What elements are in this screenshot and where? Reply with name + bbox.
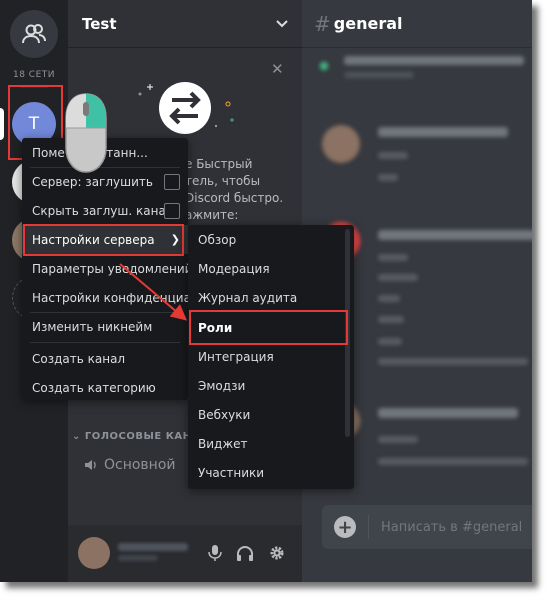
- people-icon: [22, 24, 46, 44]
- submenu-item-webhooks[interactable]: Вебхуки: [188, 400, 354, 429]
- menu-item-label: Параметры уведомлений: [32, 261, 188, 276]
- submenu-item-label: Эмодзи: [198, 378, 246, 393]
- menu-item-label: Скрыть заглуш. кана...: [32, 203, 164, 218]
- submenu-item-integrations[interactable]: Интеграция: [188, 342, 354, 371]
- server-context-menu: Поме прочитанн... Сервер: заглушить Скры…: [22, 138, 188, 400]
- submenu-item-label: Участники: [198, 465, 265, 480]
- menu-item-create-channel[interactable]: Создать канал: [22, 344, 188, 373]
- hash-icon: #: [314, 11, 331, 36]
- menu-item-label: Поме прочитанн...: [32, 145, 148, 160]
- invite-text-line: ажмите:: [185, 208, 239, 222]
- submenu-item-audit-log[interactable]: Журнал аудита: [188, 283, 354, 312]
- voice-channel-label: Основной: [104, 457, 176, 473]
- home-button[interactable]: [10, 10, 58, 58]
- menu-item-label: Создать категорию: [32, 380, 156, 395]
- message-composer: +: [322, 505, 532, 549]
- checkbox[interactable]: [164, 173, 180, 190]
- message-input[interactable]: [381, 519, 531, 535]
- microphone-icon[interactable]: [204, 542, 226, 564]
- highlight-box-server-settings: [23, 224, 184, 256]
- chevron-down-icon: ⌄: [72, 431, 85, 442]
- chevron-down-icon: [276, 17, 288, 31]
- invite-text-line: е Быстрый: [185, 157, 253, 171]
- submenu-item-label: Модерация: [198, 261, 270, 276]
- user-tag-blurred: [118, 555, 158, 561]
- invite-arrows-icon: [138, 82, 234, 134]
- online-count: 18 СЕТИ: [12, 70, 55, 80]
- submenu-item-emoji[interactable]: Эмодзи: [188, 371, 354, 400]
- server-name: Test: [82, 14, 117, 33]
- submenu-item-label: Обзор: [198, 232, 237, 247]
- submenu-item-label: Журнал аудита: [198, 290, 298, 305]
- voice-channel-main[interactable]: Основной: [84, 457, 176, 473]
- voice-category-label: ГОЛОСОВЫЕ КАНА: [84, 431, 200, 442]
- user-panel: [68, 525, 302, 582]
- highlight-box-roles: [189, 310, 348, 345]
- composer-divider: [368, 515, 369, 539]
- gear-icon[interactable]: [266, 542, 288, 564]
- server-header[interactable]: Test: [68, 0, 302, 48]
- menu-item-label: Настройки конфиденциа...: [32, 290, 188, 305]
- channel-header: # general: [302, 0, 532, 48]
- channel-name: general: [333, 14, 403, 33]
- menu-item-label: Создать канал: [32, 351, 126, 366]
- selected-indicator: [0, 108, 4, 140]
- menu-item-label: Сервер: заглушить: [32, 174, 153, 189]
- discord-window: 18 СЕТИ T Test ✕ е Быстрый тель, чтобы D…: [0, 0, 532, 582]
- submenu-item-label: Вебхуки: [198, 407, 251, 422]
- server-settings-submenu: Обзор Модерация Журнал аудита Роли Интег…: [188, 225, 354, 489]
- headphones-icon[interactable]: [234, 542, 256, 564]
- menu-item-privacy-settings[interactable]: Настройки конфиденциа...: [22, 283, 188, 312]
- submenu-item-members[interactable]: Участники: [188, 458, 354, 487]
- invite-text-line: тель, чтобы: [185, 174, 261, 188]
- invite-text: е Быстрый тель, чтобы Discord быстро. аж…: [185, 156, 302, 224]
- voice-category-header[interactable]: ⌄ ГОЛОСОВЫЕ КАНА: [72, 431, 200, 442]
- submenu-item-label: Интеграция: [198, 349, 274, 364]
- submenu-item-label: Виджет: [198, 436, 248, 451]
- menu-item-label: Изменить никнейм: [32, 319, 153, 334]
- checkbox[interactable]: [164, 202, 180, 219]
- menu-item-hide-muted[interactable]: Скрыть заглуш. кана...: [22, 196, 188, 225]
- menu-item-change-nickname[interactable]: Изменить никнейм: [22, 312, 188, 341]
- close-icon[interactable]: ✕: [271, 60, 284, 78]
- invite-text-line: Discord быстро.: [185, 191, 284, 205]
- avatar[interactable]: [78, 537, 110, 569]
- plus-icon[interactable]: +: [334, 516, 356, 538]
- user-name-blurred: [118, 543, 188, 551]
- submenu-item-widget[interactable]: Виджет: [188, 429, 354, 458]
- speaker-icon: [85, 460, 96, 470]
- submenu-item-moderation[interactable]: Модерация: [188, 254, 354, 283]
- menu-separator: [30, 342, 180, 343]
- menu-item-create-category[interactable]: Создать категорию: [22, 373, 188, 402]
- menu-item-notification-settings[interactable]: Параметры уведомлений: [22, 254, 188, 283]
- mouse-icon: [65, 93, 107, 173]
- submenu-item-overview[interactable]: Обзор: [188, 225, 354, 254]
